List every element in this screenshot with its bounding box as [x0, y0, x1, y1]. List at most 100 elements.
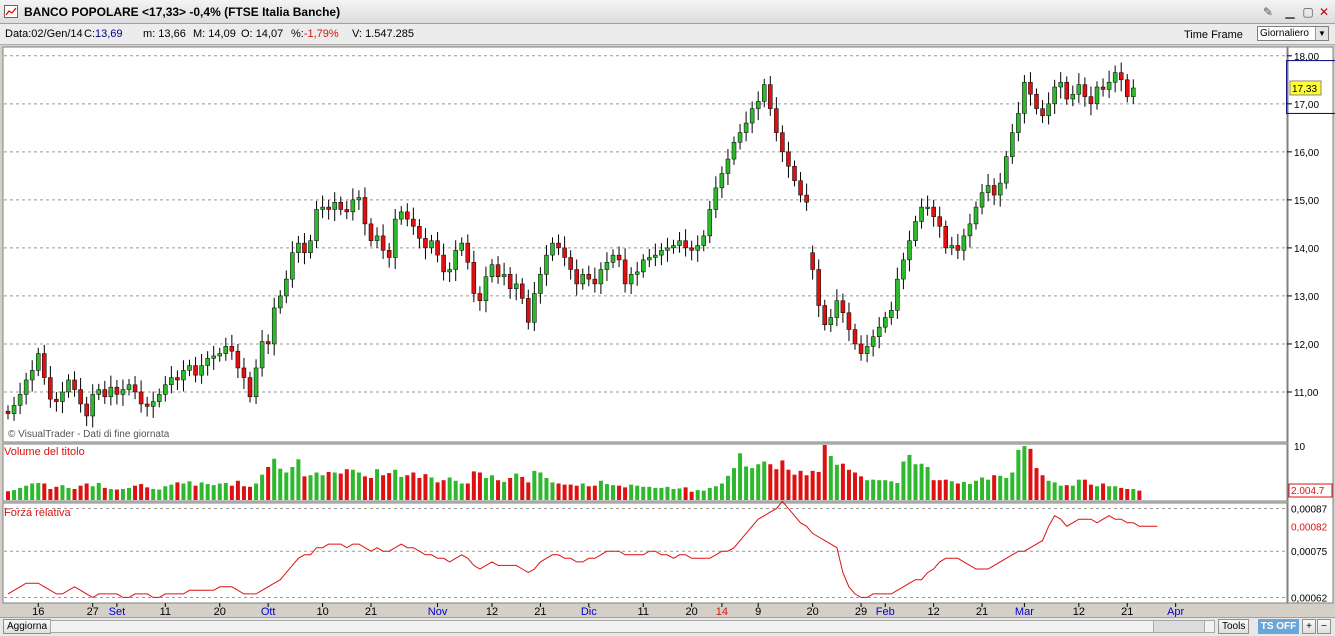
chart-area[interactable]: 11,00 12,00 13,00 14,00 15,00 16,00 17,00 18,00… [0, 45, 1335, 617]
volume-bar [241, 486, 246, 500]
volume-bar [641, 486, 646, 500]
candle-body [883, 317, 888, 328]
x-axis-label: 10 [316, 606, 328, 617]
chevron-down-icon[interactable]: ▼ [1315, 27, 1328, 40]
candle-body [1040, 108, 1045, 117]
pin-icon[interactable]: ✎ [1260, 4, 1276, 20]
volume-bar [393, 469, 398, 500]
candle-body [695, 245, 700, 251]
volume-bar [744, 466, 749, 500]
volume-bar [90, 486, 95, 500]
volume-bar [647, 486, 652, 500]
candle-body [973, 206, 979, 225]
volume-bar [949, 481, 954, 500]
volume-bar [344, 469, 349, 500]
candle-body [538, 274, 543, 294]
candle-body [447, 269, 452, 273]
time-frame-value: Giornaliero [1260, 28, 1309, 39]
volume-bar [1095, 486, 1099, 500]
volume-bar [338, 473, 343, 500]
candle-body [320, 206, 325, 210]
tools-button[interactable]: Tools [1218, 619, 1250, 634]
volume-bar [102, 487, 107, 500]
candle-body [689, 247, 694, 251]
volume-bar [284, 472, 289, 500]
volume-bar [423, 474, 428, 500]
volume-bar [1016, 449, 1021, 500]
volume-bar [72, 489, 77, 500]
candle-body [949, 245, 955, 249]
candle-body [707, 209, 713, 237]
price-panel[interactable] [2, 46, 1288, 443]
candle-body [42, 353, 47, 378]
time-frame-select[interactable]: Giornaliero ▼ [1257, 26, 1329, 41]
volume-bar [1088, 484, 1093, 500]
volume-bar [114, 489, 119, 500]
candle-body [671, 245, 676, 249]
update-button[interactable]: Aggiorna [3, 619, 52, 634]
volume-bar [1131, 489, 1136, 500]
volume-bar [399, 476, 404, 500]
candle-body [229, 346, 235, 352]
candle-body [1076, 84, 1082, 95]
scroll-thumb[interactable] [1153, 621, 1205, 632]
volume-bar [96, 482, 101, 500]
volume-bar [604, 484, 609, 500]
price-axis-label: 13,00 [1294, 292, 1319, 303]
zoom-in-button[interactable]: + [1302, 619, 1316, 634]
volume-bar [1076, 479, 1081, 500]
volume-bar [556, 483, 561, 500]
candle-body [622, 259, 628, 285]
candle-body [840, 300, 846, 313]
candle-body [362, 197, 368, 225]
volume-bar [169, 484, 174, 500]
volume-bar [272, 458, 277, 500]
info-open: O: 14,07 [241, 28, 284, 40]
candle-body [749, 108, 755, 124]
candle-body [798, 180, 803, 196]
volume-bar [108, 489, 113, 500]
volume-bar [992, 475, 997, 500]
candle-body [755, 101, 761, 109]
volume-bar [187, 481, 192, 500]
zoom-out-button[interactable]: − [1317, 619, 1331, 634]
ts-off-button[interactable]: TS OFF [1258, 619, 1299, 634]
candle-body [271, 307, 277, 345]
candle-body [471, 262, 477, 294]
close-icon[interactable]: ✕ [1316, 4, 1332, 20]
x-axis-label: 11 [638, 606, 649, 617]
volume-bar [320, 475, 325, 500]
candle-body [1052, 86, 1057, 105]
volume-bar [217, 483, 222, 500]
volume-bar [725, 475, 730, 500]
volume-bar [937, 480, 942, 500]
volume-bar [907, 454, 912, 500]
candle-body [792, 166, 797, 181]
volume-bar [483, 478, 488, 500]
volume-bar [490, 475, 494, 500]
volume-bar [707, 487, 712, 500]
price-axis-label: 15,00 [1294, 196, 1319, 207]
volume-bar [1125, 489, 1130, 500]
volume-bar [42, 483, 47, 500]
volume-bar [1028, 448, 1033, 500]
rs-panel[interactable] [2, 502, 1288, 604]
volume-bar [780, 460, 785, 500]
horizontal-scrollbar[interactable] [50, 620, 1215, 633]
candle-body [616, 254, 622, 261]
candle-body [495, 264, 501, 277]
volume-bar [1058, 485, 1063, 500]
x-axis-label: 16 [32, 606, 44, 617]
volume-bar [1022, 446, 1027, 500]
x-axis-label: 9 [755, 606, 761, 617]
volume-bar [738, 453, 743, 500]
volume-bar [205, 484, 210, 500]
candle-body [713, 187, 719, 210]
candle-body [1058, 81, 1063, 88]
maximize-icon[interactable]: ▢ [1300, 4, 1316, 20]
volume-bar [120, 489, 125, 500]
volume-bar [1101, 483, 1106, 500]
candle-body [1088, 96, 1094, 105]
volume-bar [1119, 487, 1124, 500]
minimize-icon[interactable]: ▁ [1282, 4, 1298, 20]
